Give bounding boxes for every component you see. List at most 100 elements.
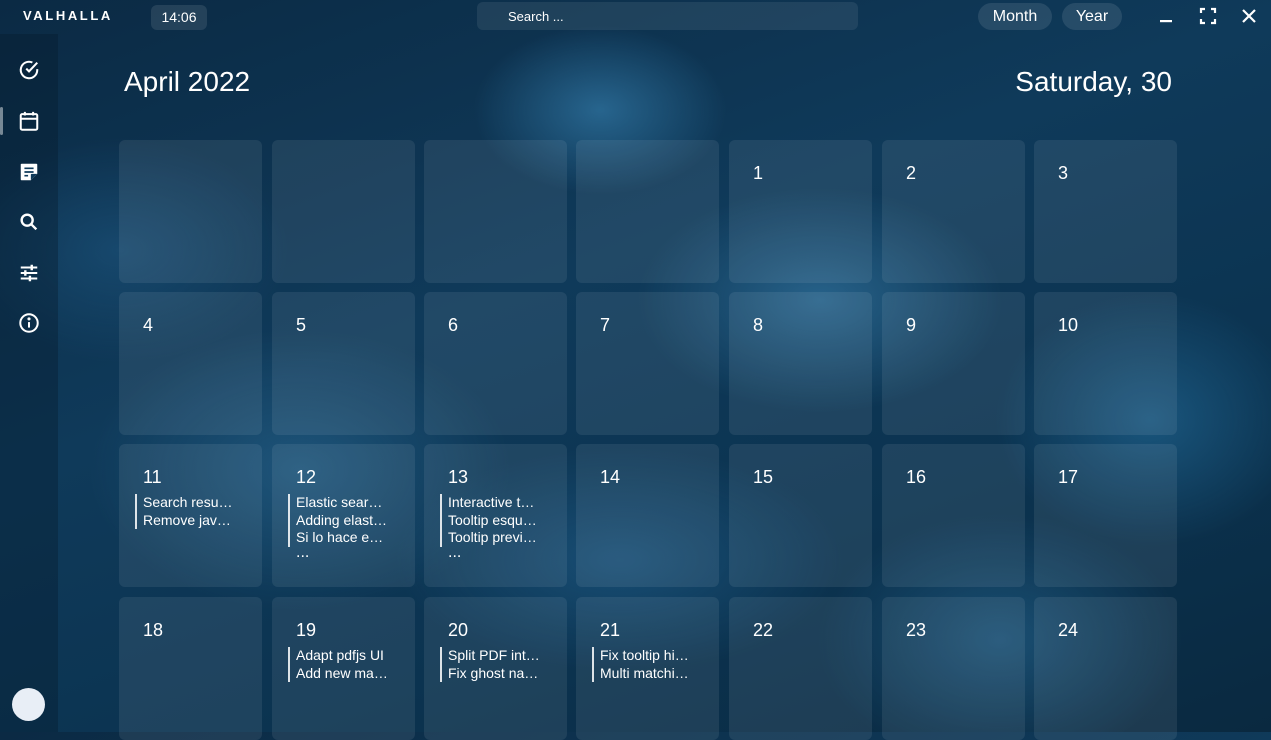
event-item[interactable]: Add new ma… <box>288 664 400 682</box>
day-number: 22 <box>753 620 774 640</box>
day-cell[interactable]: 18 <box>119 597 262 740</box>
year-view-button[interactable]: Year <box>1062 3 1122 30</box>
day-number: 10 <box>1058 315 1079 335</box>
day-cell[interactable]: 11 Search resu… Remove jav… <box>119 444 262 587</box>
minimize-button[interactable] <box>1154 4 1178 28</box>
day-number: 16 <box>906 467 927 487</box>
day-cell[interactable]: 21 Fix tooltip hi… Multi matchi… <box>576 597 719 740</box>
event-list: Elastic sear… Adding elast… Si lo hace e….… <box>288 494 400 561</box>
month-view-button[interactable]: Month <box>978 3 1052 30</box>
sidebar-item-info[interactable] <box>0 303 58 343</box>
event-item[interactable]: Adapt pdfjs UI <box>288 647 400 665</box>
minimize-icon <box>1160 20 1172 23</box>
event-list: Adapt pdfjs UI Add new ma… <box>288 647 400 682</box>
event-item[interactable]: Multi matchi… <box>592 664 704 682</box>
search-input[interactable] <box>477 2 858 30</box>
day-number: 9 <box>906 315 917 335</box>
day-number: 4 <box>143 315 154 335</box>
day-cell[interactable]: 10 <box>1034 292 1177 435</box>
event-list: Interactive t… Tooltip esqu… Tooltip previ… <box>440 494 552 561</box>
day-cell[interactable]: 14 <box>576 444 719 587</box>
day-number: 7 <box>600 315 611 335</box>
fullscreen-icon <box>1199 7 1217 25</box>
day-cell[interactable]: 5 <box>272 292 415 435</box>
day-number: 18 <box>143 620 164 640</box>
app-title: VALHALLA <box>23 8 113 23</box>
day-number: 21 <box>600 620 621 640</box>
more-events-indicator[interactable]: ... <box>288 544 400 561</box>
sidebar-item-settings[interactable] <box>0 253 58 293</box>
day-number: 12 <box>296 467 317 487</box>
day-cell[interactable]: 1 <box>729 140 872 283</box>
day-number: 23 <box>906 620 927 640</box>
day-cell[interactable]: 24 <box>1034 597 1177 740</box>
empty-day-cell <box>576 140 719 283</box>
more-events-indicator[interactable]: ... <box>440 544 552 561</box>
day-number: 2 <box>906 163 917 183</box>
day-number: 15 <box>753 467 774 487</box>
event-item[interactable]: Split PDF int… <box>440 647 552 665</box>
day-cell[interactable]: 6 <box>424 292 567 435</box>
day-number: 6 <box>448 315 459 335</box>
day-cell[interactable]: 12 Elastic sear… Adding elast… Si lo hace e… <box>272 444 415 587</box>
close-icon <box>1242 9 1256 23</box>
day-cell[interactable]: 16 <box>882 444 1025 587</box>
day-cell[interactable]: 20 Split PDF int… Fix ghost na… <box>424 597 567 740</box>
event-item[interactable]: Adding elast… <box>288 511 400 529</box>
selected-day-title: Saturday, 30 <box>1015 66 1172 97</box>
sidebar <box>0 34 58 732</box>
day-number: 3 <box>1058 163 1069 183</box>
event-item[interactable]: Interactive t… <box>440 494 552 512</box>
empty-day-cell <box>119 140 262 283</box>
event-item[interactable]: Remove jav… <box>135 511 247 529</box>
day-number: 8 <box>753 315 764 335</box>
search-icon <box>20 213 38 231</box>
event-item[interactable]: Fix ghost na… <box>440 664 552 682</box>
day-cell[interactable]: 19 Adapt pdfjs UI Add new ma… <box>272 597 415 740</box>
day-number: 24 <box>1058 620 1079 640</box>
day-number: 11 <box>143 467 162 487</box>
note-icon <box>20 163 38 181</box>
day-cell[interactable]: 3 <box>1034 140 1177 283</box>
day-cell[interactable]: 9 <box>882 292 1025 435</box>
sidebar-item-notes[interactable] <box>0 152 58 192</box>
day-number: 17 <box>1058 467 1079 487</box>
event-list: Search resu… Remove jav… <box>135 494 247 529</box>
day-cell[interactable]: 23 <box>882 597 1025 740</box>
day-number: 1 <box>753 163 764 183</box>
clock: 14:06 <box>151 5 207 30</box>
day-number: 14 <box>600 467 621 487</box>
fullscreen-button[interactable] <box>1196 4 1220 28</box>
event-item[interactable]: Elastic sear… <box>288 494 400 512</box>
event-item[interactable]: Fix tooltip hi… <box>592 647 704 665</box>
day-cell[interactable]: 8 <box>729 292 872 435</box>
event-list: Fix tooltip hi… Multi matchi… <box>592 647 704 682</box>
event-item[interactable]: Search resu… <box>135 494 247 512</box>
top-bar: VALHALLA 14:06 Month Year <box>0 0 1271 34</box>
day-number: 5 <box>296 315 307 335</box>
day-cell[interactable]: 2 <box>882 140 1025 283</box>
avatar[interactable] <box>12 688 45 721</box>
day-cell[interactable]: 7 <box>576 292 719 435</box>
day-number: 13 <box>448 467 469 487</box>
event-item[interactable]: Tooltip esqu… <box>440 511 552 529</box>
info-icon <box>19 313 39 333</box>
check-circle-icon <box>19 60 39 80</box>
day-cell[interactable]: 13 Interactive t… Tooltip esqu… Tooltip pre… <box>424 444 567 587</box>
month-title: April 2022 <box>124 66 251 97</box>
empty-day-cell <box>424 140 567 283</box>
day-cell[interactable]: 4 <box>119 292 262 435</box>
sidebar-item-search[interactable] <box>0 202 58 242</box>
sidebar-item-calendar[interactable] <box>0 101 58 141</box>
day-cell[interactable]: 17 <box>1034 444 1177 587</box>
tune-icon <box>20 264 38 282</box>
day-number: 20 <box>448 620 469 640</box>
day-cell[interactable]: 22 <box>729 597 872 740</box>
empty-day-cell <box>272 140 415 283</box>
calendar-icon <box>19 111 39 131</box>
close-button[interactable] <box>1237 4 1261 28</box>
event-list: Split PDF int… Fix ghost na… <box>440 647 552 682</box>
day-cell[interactable]: 15 <box>729 444 872 587</box>
day-number: 19 <box>296 620 317 640</box>
sidebar-item-tasks[interactable] <box>0 50 58 90</box>
